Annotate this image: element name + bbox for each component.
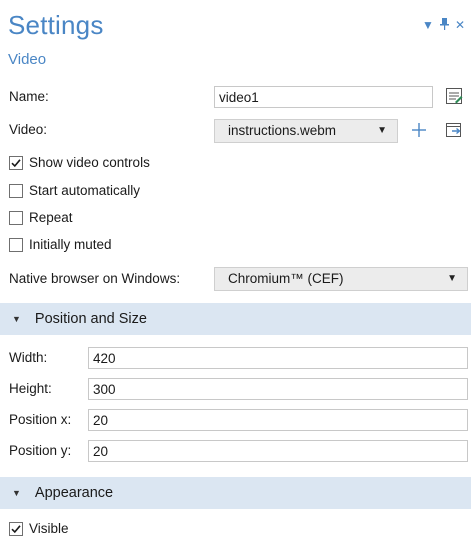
checkbox-initially-muted[interactable]: Initially muted (9, 237, 112, 252)
height-label: Height: (9, 381, 52, 396)
section-title: Position and Size (34, 311, 147, 327)
collapse-triangle-icon: ▼ (12, 314, 21, 324)
section-title: Appearance (34, 485, 114, 501)
checkbox-label: Visible (29, 521, 69, 536)
position-y-field[interactable]: 20 (88, 440, 468, 462)
chevron-down-icon: ▼ (447, 273, 457, 284)
window-controls: ▼ ✕ (422, 18, 465, 32)
checkbox-label: Initially muted (29, 237, 112, 252)
collapse-triangle-icon: ▼ (12, 488, 21, 498)
add-icon[interactable] (409, 120, 429, 140)
page-title: Settings (8, 10, 104, 40)
checkbox-box[interactable] (9, 237, 23, 252)
checkbox-box[interactable] (9, 521, 23, 536)
checkbox-visible[interactable]: Visible (9, 521, 69, 536)
checkbox-label: Repeat (29, 210, 73, 225)
checkbox-box[interactable] (9, 210, 23, 225)
name-field[interactable]: video1 (214, 86, 433, 108)
checkbox-box[interactable] (9, 183, 23, 198)
section-appearance[interactable]: ▼ Appearance (0, 477, 471, 509)
name-label: Name: (9, 89, 49, 104)
browse-icon[interactable] (444, 120, 464, 140)
width-field[interactable]: 420 (88, 347, 468, 369)
dropdown-arrow-icon[interactable]: ▼ (422, 19, 434, 31)
edit-note-icon[interactable] (444, 86, 464, 106)
checkbox-start-automatically[interactable]: Start automatically (9, 183, 140, 198)
section-position-size[interactable]: ▼ Position and Size (0, 303, 471, 335)
width-label: Width: (9, 350, 48, 365)
browser-label: Native browser on Windows: (9, 271, 181, 286)
video-label: Video: (9, 122, 48, 137)
checkbox-repeat[interactable]: Repeat (9, 210, 73, 225)
browser-select-value: Chromium™ (CEF) (228, 271, 344, 286)
pin-icon[interactable] (439, 18, 449, 32)
chevron-down-icon: ▼ (377, 125, 387, 136)
position-x-label: Position x: (9, 412, 72, 427)
close-icon[interactable]: ✕ (455, 19, 465, 31)
checkbox-label: Start automatically (29, 183, 141, 198)
video-select[interactable]: instructions.webm ▼ (214, 119, 398, 143)
video-select-value: instructions.webm (228, 123, 337, 138)
height-field[interactable]: 300 (88, 378, 468, 400)
browser-select[interactable]: Chromium™ (CEF) ▼ (214, 267, 468, 291)
page-subtitle: Video (8, 51, 47, 68)
position-y-label: Position y: (9, 443, 72, 458)
position-x-field[interactable]: 20 (88, 409, 468, 431)
checkbox-show-video-controls[interactable]: Show video controls (9, 155, 150, 170)
checkbox-label: Show video controls (29, 155, 150, 170)
checkbox-box[interactable] (9, 155, 23, 170)
